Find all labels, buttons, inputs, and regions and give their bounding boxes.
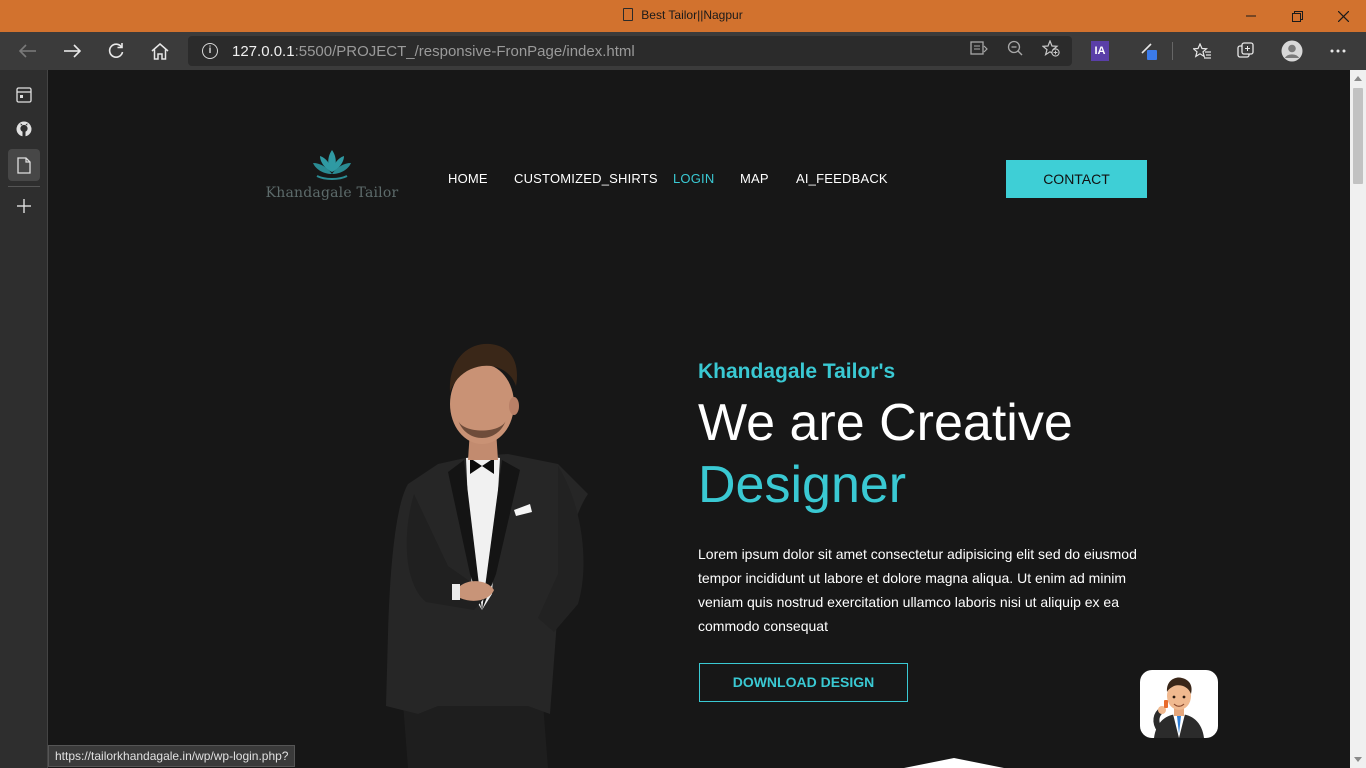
page-scrollbar[interactable] [1350, 70, 1366, 768]
web-page: Khandagale Tailor HOME CUSTOMIZED_SHIRTS… [48, 70, 1350, 768]
zoom-out-icon[interactable] [1004, 40, 1026, 62]
restore-button[interactable] [1274, 0, 1320, 32]
window-title: Best Tailor||Nagpur [0, 8, 1366, 22]
more-dots-icon [1330, 49, 1346, 53]
minimize-button[interactable] [1228, 0, 1274, 32]
favorites-button[interactable] [1187, 36, 1217, 66]
home-button[interactable] [145, 36, 175, 66]
close-icon [1337, 10, 1349, 22]
profile-button[interactable] [1277, 36, 1307, 66]
nav-home[interactable]: HOME [448, 171, 488, 186]
sidebar-github[interactable] [8, 113, 40, 145]
forward-arrow-icon [64, 44, 81, 58]
browser-toolbar: i 127.0.0.1:5500/PROJECT_/responsive-Fro… [0, 32, 1366, 70]
minimize-icon [1246, 15, 1256, 17]
github-icon [16, 121, 32, 137]
document-icon [623, 8, 634, 21]
hero-description: Lorem ipsum dolor sit amet consectetur a… [698, 546, 1137, 634]
site-logo[interactable]: Khandagale Tailor [264, 148, 400, 201]
scroll-up-arrow-icon[interactable] [1354, 76, 1362, 81]
forward-button[interactable] [57, 36, 87, 66]
refresh-button[interactable] [101, 36, 131, 66]
window-titlebar: Best Tailor||Nagpur [0, 0, 1366, 32]
page-icon [17, 156, 31, 174]
back-button[interactable] [13, 36, 43, 66]
sidebar-page[interactable] [8, 149, 40, 181]
logo-text: Khandagale Tailor [265, 185, 399, 201]
plus-icon [17, 199, 31, 213]
nav-customized-shirts[interactable]: CUSTOMIZED_SHIRTS [514, 171, 658, 186]
immersive-reader-icon[interactable] [968, 40, 990, 62]
hero-model-image [386, 343, 588, 768]
restore-icon [1291, 10, 1303, 22]
collections-button[interactable] [1231, 36, 1261, 66]
settings-more-button[interactable] [1323, 36, 1353, 66]
hero-heading: We are Creative [698, 394, 1073, 452]
window-title-text: Best Tailor||Nagpur [641, 8, 743, 22]
download-design-button[interactable]: DOWNLOAD DESIGN [699, 663, 908, 702]
status-link-url: https://tailorkhandagale.in/wp/wp-login.… [48, 745, 296, 767]
url-text[interactable]: 127.0.0.1:5500/PROJECT_/responsive-FronP… [232, 43, 635, 60]
nav-ai-feedback[interactable]: AI_FEEDBACK [796, 171, 888, 186]
browser-sidebar [0, 70, 48, 768]
sidebar-tab-actions[interactable] [8, 79, 40, 111]
hero-eyebrow: Khandagale Tailor's [698, 360, 896, 383]
favorites-icon [1192, 42, 1211, 59]
sidebar-add[interactable] [8, 190, 40, 222]
nav-map[interactable]: MAP [740, 171, 769, 186]
address-bar[interactable]: i 127.0.0.1:5500/PROJECT_/responsive-Fro… [188, 36, 1072, 66]
chatbot-avatar-button[interactable] [1140, 670, 1218, 738]
decorative-triangle [884, 758, 1024, 768]
lotus-logo-icon [313, 150, 351, 180]
sidebar-divider [8, 186, 40, 187]
extension-pen-icon[interactable] [1139, 41, 1159, 69]
collections-icon [1237, 42, 1254, 58]
home-icon [151, 42, 169, 60]
add-favorite-icon[interactable] [1040, 39, 1062, 62]
scroll-down-arrow-icon[interactable] [1354, 757, 1362, 762]
refresh-icon [108, 43, 124, 58]
close-button[interactable] [1320, 0, 1366, 32]
tab-actions-icon [16, 87, 32, 103]
scrollbar-thumb[interactable] [1353, 88, 1363, 184]
nav-login[interactable]: LOGIN [673, 171, 714, 186]
hero-heading-accent: Designer [698, 456, 907, 514]
back-arrow-icon [19, 44, 36, 58]
chatbot-avatar-icon [1153, 677, 1204, 738]
contact-button[interactable]: CONTACT [1006, 160, 1147, 198]
site-info-icon[interactable]: i [202, 43, 218, 59]
extension-ia-icon[interactable]: IA [1091, 41, 1109, 61]
toolbar-divider [1172, 42, 1173, 60]
profile-avatar-icon [1281, 40, 1303, 62]
